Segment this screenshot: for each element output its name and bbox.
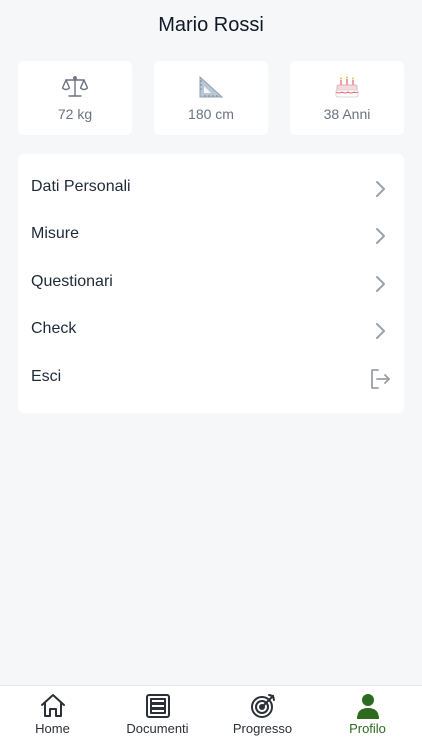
- user-icon: [315, 692, 420, 720]
- menu-item-label: Questionari: [31, 273, 113, 290]
- menu-item-label: Check: [31, 320, 77, 337]
- profile-screen: Mario Rossi 72 kg 180 cm 38 Anni Dati Pe…: [0, 0, 422, 750]
- tab-profilo[interactable]: Profilo: [315, 686, 420, 750]
- age-card: 38 Anni: [290, 61, 404, 135]
- birthday-cake-icon: [290, 75, 404, 99]
- page-title: Mario Rossi: [158, 14, 264, 36]
- height-card: 180 cm: [154, 61, 268, 135]
- menu-item-questionari[interactable]: Questionari: [18, 260, 404, 307]
- chevron-right-icon: [368, 177, 392, 201]
- weight-value: 72 kg: [57, 106, 93, 122]
- triangle-ruler-icon: [154, 75, 268, 99]
- chevron-right-icon: [368, 224, 392, 248]
- profile-menu: Dati Personali Misure Questionari Check …: [18, 154, 404, 413]
- menu-item-misure[interactable]: Misure: [18, 212, 404, 259]
- tab-label: Documenti: [126, 721, 189, 736]
- tab-documenti[interactable]: Documenti: [105, 686, 210, 750]
- tab-home[interactable]: Home: [0, 686, 105, 750]
- chevron-right-icon: [368, 319, 392, 343]
- menu-item-check[interactable]: Check: [18, 307, 404, 354]
- weight-card: 72 kg: [18, 61, 132, 135]
- menu-item-label: Dati Personali: [31, 178, 131, 195]
- scale-icon: [18, 75, 132, 99]
- document-list-icon: [105, 692, 210, 720]
- menu-item-esci[interactable]: Esci: [18, 355, 404, 402]
- menu-item-label: Misure: [31, 225, 80, 242]
- home-icon: [0, 692, 105, 720]
- tab-label: Home: [35, 721, 70, 736]
- height-value: 180 cm: [188, 106, 234, 122]
- tab-label: Progresso: [232, 721, 293, 736]
- chevron-right-icon: [368, 272, 392, 296]
- age-value: 38 Anni: [323, 106, 371, 122]
- tab-label: Profilo: [349, 721, 386, 736]
- target-icon: [210, 692, 315, 720]
- bottom-tab-bar: Home Documenti Progresso Profilo: [0, 685, 422, 750]
- logout-icon: [368, 367, 392, 391]
- tab-progresso[interactable]: Progresso: [210, 686, 315, 750]
- menu-item-label: Esci: [31, 368, 62, 385]
- menu-item-dati-personali[interactable]: Dati Personali: [18, 165, 404, 212]
